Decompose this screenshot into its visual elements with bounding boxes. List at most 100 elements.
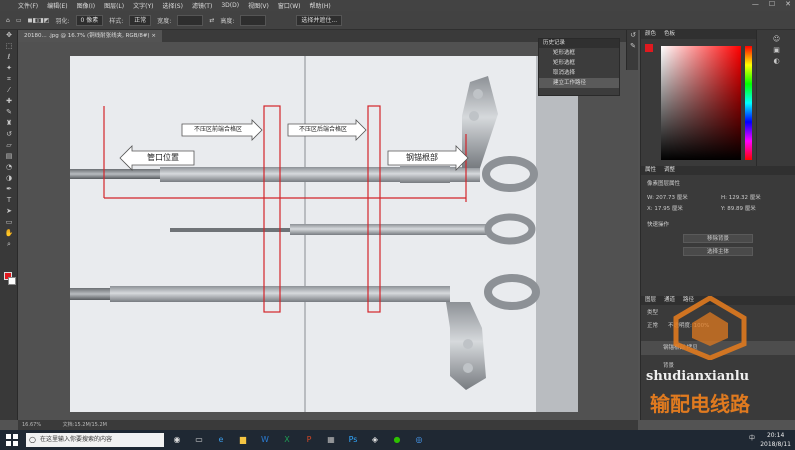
history-item[interactable]: 矩形选框	[539, 58, 619, 68]
cable-top	[70, 169, 160, 179]
tab-adjustments[interactable]: 调整	[664, 166, 675, 175]
wechat-icon[interactable]: ●	[388, 433, 406, 447]
property-field[interactable]: W: 207.73 厘米	[647, 193, 715, 201]
hand-icon[interactable]: ✋	[0, 228, 18, 239]
brush-dock-icon[interactable]: ✎	[627, 41, 639, 52]
property-field[interactable]: Y: 89.89 厘米	[721, 204, 789, 212]
menu-item[interactable]: 文件(F)	[18, 1, 38, 10]
taskbar-search-input[interactable]: ○ 在这里输入你要搜索的内容	[26, 433, 164, 447]
menu-item[interactable]: 3D(D)	[221, 2, 239, 9]
adjust-icon[interactable]: ◐	[757, 56, 795, 67]
gradient-icon[interactable]: ▤	[0, 151, 18, 162]
ime-indicator[interactable]: 中	[749, 433, 755, 442]
move-icon[interactable]: ✥	[0, 30, 18, 41]
remove-background-button[interactable]: 移除背景	[683, 234, 753, 243]
eye-bottom	[484, 274, 540, 310]
learn-icon[interactable]: ☺	[757, 34, 795, 45]
history-dock-icon[interactable]: ↺	[627, 30, 639, 41]
tab-properties[interactable]: 属性	[645, 166, 656, 175]
word-icon[interactable]: W	[256, 433, 274, 447]
stamp-icon[interactable]: ♜	[0, 118, 18, 129]
start-button-icon[interactable]	[6, 434, 18, 446]
maximize-icon[interactable]: ☐	[769, 0, 775, 8]
menu-item[interactable]: 编辑(E)	[47, 1, 67, 10]
zoom-icon[interactable]: ⌕	[0, 239, 18, 250]
selection-mode-icons[interactable]: ◼◧◨◩	[27, 17, 49, 24]
select-subject-button[interactable]: 选择主体	[683, 247, 753, 256]
background-color-swatch[interactable]	[8, 277, 16, 285]
style-select[interactable]: 正常	[129, 14, 152, 26]
property-field[interactable]: X: 17.95 厘米	[647, 204, 715, 212]
clock-time: 20:14	[766, 432, 785, 439]
hue-slider[interactable]	[745, 46, 752, 160]
canvas-photo[interactable]: 不压区前端合格区 不压区后端合格区 管口位置 钢锚根部	[70, 56, 578, 412]
marquee-icon[interactable]: ⬚	[0, 41, 18, 52]
lasso-icon[interactable]: ℓ	[0, 52, 18, 63]
explorer-icon[interactable]: ▆	[234, 433, 252, 447]
select-mask-button[interactable]: 选择并遮住...	[296, 14, 343, 26]
properties-tabs: 属性 调整	[641, 166, 795, 175]
menu-item[interactable]: 图层(L)	[104, 1, 124, 10]
shape-icon[interactable]: ▭	[0, 217, 18, 228]
task-view-icon[interactable]: ▭	[190, 433, 208, 447]
layer-kind-filter[interactable]: 类型	[647, 308, 658, 316]
width-label: 宽度:	[157, 17, 172, 25]
menu-item[interactable]: 选择(S)	[162, 1, 183, 10]
mic-icon[interactable]: ◉	[168, 433, 186, 447]
tab-layers[interactable]: 图层	[645, 296, 656, 305]
history-brush-icon[interactable]: ↺	[0, 129, 18, 140]
menu-item[interactable]: 帮助(H)	[310, 1, 331, 10]
qq-icon[interactable]: ◎	[410, 433, 428, 447]
close-icon[interactable]: ✕	[785, 0, 791, 8]
dodge-icon[interactable]: ◑	[0, 173, 18, 184]
width-input[interactable]	[177, 14, 204, 26]
powerpoint-icon[interactable]: P	[300, 433, 318, 447]
tab-swatches[interactable]: 色板	[664, 30, 675, 39]
history-panel-title: 历史记录	[539, 39, 619, 48]
watermark-site: shudianxianlu	[646, 369, 750, 384]
menu-item[interactable]: 图像(I)	[77, 1, 95, 10]
watermark-logo-icon	[673, 296, 747, 360]
swap-icon[interactable]: ⇄	[209, 17, 214, 24]
property-field[interactable]: H: 129.32 厘米	[721, 193, 789, 201]
heal-icon[interactable]: ✚	[0, 96, 18, 107]
libraries-icon[interactable]: ▣	[757, 45, 795, 56]
history-item[interactable]: 取消选择	[539, 68, 619, 78]
feather-input[interactable]: 0 像素	[75, 14, 104, 26]
eyedropper-icon[interactable]: ⁄	[0, 85, 18, 96]
document-tab[interactable]: 20180... .jpg @ 16.7% (铜线耐张线夹, RGB/8#) ×	[18, 30, 162, 42]
tab-color[interactable]: 颜色	[645, 30, 656, 39]
excel-icon[interactable]: X	[278, 433, 296, 447]
wand-icon[interactable]: ✦	[0, 63, 18, 74]
brush-icon[interactable]: ✎	[0, 107, 18, 118]
app-icon[interactable]: ▦	[322, 433, 340, 447]
history-item[interactable]: 建立工作路径	[539, 78, 619, 88]
zone1-label: 不压区前端合格区	[193, 126, 242, 133]
blend-mode-select[interactable]: 正常	[647, 321, 658, 329]
crop-icon[interactable]: ⌗	[0, 74, 18, 85]
canvas-area[interactable]: 不压区前端合格区 不压区后端合格区 管口位置 钢锚根部 历史记录 矩形选框 矩形选…	[18, 38, 638, 420]
color-field[interactable]	[661, 46, 741, 160]
zoom-level[interactable]: 16.67%	[22, 422, 41, 428]
home-icon[interactable]: ⌂	[6, 17, 10, 24]
pen-icon[interactable]: ✒	[0, 184, 18, 195]
edge-icon[interactable]: e	[212, 433, 230, 447]
history-item[interactable]: 矩形选框	[539, 48, 619, 58]
marquee-option-icon[interactable]: ▭	[16, 17, 22, 24]
color-fg-swatch[interactable]	[645, 44, 653, 52]
menu-item[interactable]: 视图(V)	[248, 1, 269, 10]
type-icon[interactable]: T	[0, 195, 18, 206]
window-controls: — ☐ ✕	[752, 0, 791, 8]
photoshop-task-icon[interactable]: Ps	[344, 433, 362, 447]
menu-item[interactable]: 文字(Y)	[133, 1, 153, 10]
minimize-icon[interactable]: —	[752, 0, 759, 8]
eraser-icon[interactable]: ▱	[0, 140, 18, 151]
menu-item[interactable]: 滤镜(T)	[192, 1, 212, 10]
blur-icon[interactable]: ◔	[0, 162, 18, 173]
properties-panel: 属性 调整 像素图层属性 W: 207.73 厘米 H: 129.32 厘米 X: …	[640, 166, 795, 296]
path-select-icon[interactable]: ➤	[0, 206, 18, 217]
app2-icon[interactable]: ◈	[366, 433, 384, 447]
height-input[interactable]	[240, 14, 267, 26]
taskbar-clock[interactable]: 20:14 2018/8/11	[760, 431, 791, 449]
menu-item[interactable]: 窗口(W)	[278, 1, 301, 10]
